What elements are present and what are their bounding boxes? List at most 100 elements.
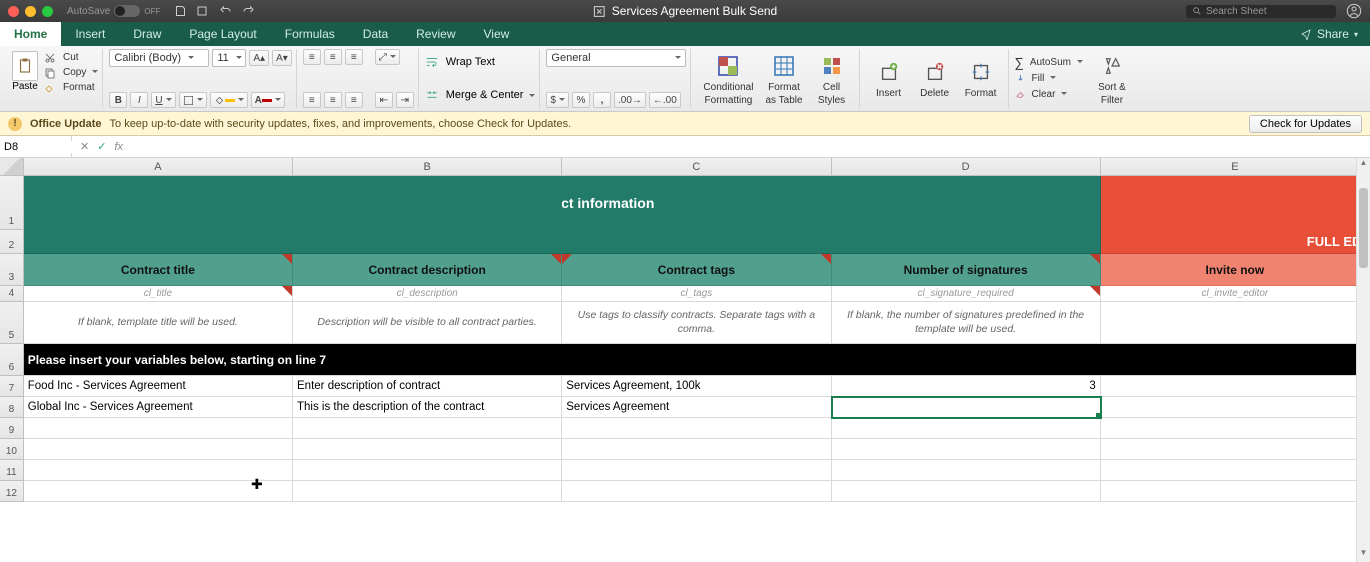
autosum-button[interactable]: ∑AutoSum [1015,56,1083,69]
tab-insert[interactable]: Insert [61,22,119,46]
cell-B12[interactable] [293,481,562,502]
cell-D12[interactable] [832,481,1101,502]
font-name-combo[interactable]: Calibri (Body) [109,49,209,67]
cell-B7[interactable]: Enter description of contract [293,376,562,397]
row-header-4[interactable]: 4 [0,286,24,302]
scroll-down-icon[interactable]: ▼ [1357,548,1370,562]
account-icon[interactable] [1346,3,1362,19]
tab-home[interactable]: Home [0,22,61,46]
currency-button[interactable]: $ [546,92,569,108]
row-header-5[interactable]: 5 [0,302,24,344]
cell-A2[interactable] [24,230,293,254]
cell-D7[interactable]: 3 [832,376,1101,397]
cell-D5[interactable]: If blank, the number of signatures prede… [832,302,1101,344]
scroll-up-icon[interactable]: ▲ [1357,158,1370,172]
cell-A7[interactable]: Food Inc - Services Agreement [24,376,293,397]
sort-filter-button[interactable]: Sort &Filter [1089,50,1135,108]
cell-C2[interactable] [562,230,831,254]
cell-A6[interactable]: Please insert your variables below, star… [24,344,1370,376]
col-header-B[interactable]: B [293,158,562,175]
cell-E5[interactable] [1101,302,1370,344]
cell-B8[interactable]: This is the description of the contract [293,397,562,418]
window-close[interactable] [8,6,19,17]
cell-E4[interactable]: cl_invite_editor [1101,286,1370,302]
format-painter-button[interactable]: Format [44,81,98,94]
align-left-button[interactable]: ≡ [303,92,321,108]
conditional-formatting-button[interactable]: ConditionalFormatting [697,50,759,108]
decrease-decimal-button[interactable]: ←.00 [649,92,681,108]
window-minimize[interactable] [25,6,36,17]
cell-C8[interactable]: Services Agreement [562,397,831,418]
cell-A1[interactable] [24,176,293,230]
cell-A9[interactable] [24,418,293,439]
cell-C10[interactable] [562,439,831,460]
align-middle-button[interactable]: ≡ [324,49,342,65]
row-header-8[interactable]: 8 [0,397,24,418]
row-header-2[interactable]: 2 [0,230,24,254]
save-alt-icon[interactable] [196,5,208,17]
fill-button[interactable]: Fill [1015,72,1083,85]
cell-D2[interactable] [832,230,1101,254]
row-header-9[interactable]: 9 [0,418,24,439]
tab-data[interactable]: Data [349,22,402,46]
tab-view[interactable]: View [470,22,524,46]
cell-E12[interactable] [1101,481,1370,502]
bold-button[interactable]: B [109,92,127,108]
cell-D3[interactable]: Number of signatures [832,254,1101,286]
copy-button[interactable]: Copy [44,66,98,79]
cell-D9[interactable] [832,418,1101,439]
underline-button[interactable]: U [151,92,175,108]
row-header-10[interactable]: 10 [0,439,24,460]
name-box[interactable]: ▼ [0,136,72,157]
cell-B9[interactable] [293,418,562,439]
decrease-font-button[interactable]: A▾ [272,50,292,66]
fill-color-button[interactable] [210,92,248,108]
tab-page-layout[interactable]: Page Layout [175,22,270,46]
save-icon[interactable] [174,5,186,17]
cell-A11[interactable] [24,460,293,481]
increase-indent-button[interactable]: ⇥ [396,92,414,108]
col-header-D[interactable]: D [832,158,1101,175]
cell-E8[interactable] [1101,397,1370,418]
cell-C1[interactable]: General contract information [562,176,831,230]
cell-D1[interactable] [831,176,1100,230]
cell-A5[interactable]: If blank, template title will be used. [24,302,293,344]
orientation-button[interactable]: ⤢ [375,49,400,65]
cell-C9[interactable] [562,418,831,439]
delete-cells-button[interactable]: Delete [912,56,958,101]
col-header-C[interactable]: C [562,158,831,175]
paste-button[interactable]: Paste [8,49,42,94]
cell-A10[interactable] [24,439,293,460]
tab-review[interactable]: Review [402,22,469,46]
cell-D10[interactable] [832,439,1101,460]
number-format-combo[interactable]: General [546,49,686,67]
cell-B5[interactable]: Description will be visible to all contr… [293,302,562,344]
align-bottom-button[interactable]: ≡ [345,49,363,65]
accept-formula-icon[interactable]: ✓ [97,140,106,153]
cell-B4[interactable]: cl_description [293,286,562,302]
cell-C11[interactable] [562,460,831,481]
cancel-formula-icon[interactable]: ✕ [80,140,89,153]
cell-C4[interactable]: cl_tags [562,286,831,302]
col-header-A[interactable]: A [24,158,293,175]
cell-B2[interactable] [293,230,562,254]
share-button[interactable]: Share ▾ [1288,22,1370,46]
cell-C12[interactable] [562,481,831,502]
insert-cells-button[interactable]: Insert [866,56,912,101]
font-size-combo[interactable]: 11 [212,49,246,67]
row-header-6[interactable]: 6 [0,344,24,376]
tab-formulas[interactable]: Formulas [271,22,349,46]
autosave-toggle[interactable]: AutoSave OFF [67,5,160,17]
align-center-button[interactable]: ≡ [324,92,342,108]
redo-icon[interactable] [242,5,256,17]
increase-font-button[interactable]: A▴ [249,50,269,66]
cell-A3[interactable]: Contract title [24,254,293,286]
cell-B1[interactable] [293,176,562,230]
cell-E11[interactable] [1101,460,1370,481]
row-header-7[interactable]: 7 [0,376,24,397]
row-header-11[interactable]: 11 [0,460,24,481]
tab-draw[interactable]: Draw [119,22,175,46]
vertical-scrollbar[interactable]: ▲ ▼ [1356,158,1370,562]
row-header-12[interactable]: 12 [0,481,24,502]
border-button[interactable] [179,92,207,108]
